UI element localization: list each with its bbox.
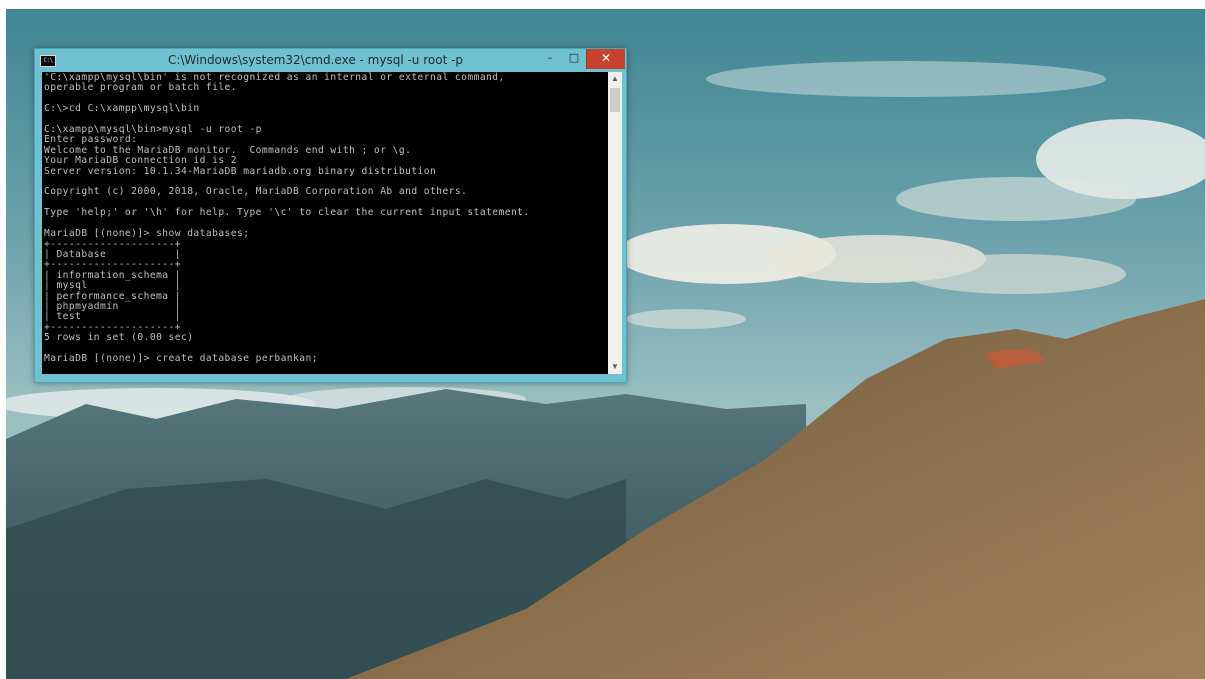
console-line: 5 rows in set (0.00 sec) xyxy=(44,332,194,344)
cmd-window[interactable]: C:\ C:\Windows\system32\cmd.exe - mysql … xyxy=(34,48,627,383)
close-button[interactable]: ✕ xyxy=(586,49,625,69)
console-line: Type 'help;' or '\h' for help. Type '\c'… xyxy=(44,207,530,219)
console-line: Enter password: xyxy=(44,134,138,146)
console-line: | phpmyadmin | xyxy=(44,300,181,312)
console-line: | mysql | xyxy=(44,280,181,292)
console-line: Welcome to the MariaDB monitor. Commands… xyxy=(44,144,412,156)
console-line: | Database | xyxy=(44,248,181,260)
console-line: | information_schema | xyxy=(44,269,181,281)
console-line: Your MariaDB connection id is 2 xyxy=(44,155,238,167)
window-titlebar[interactable]: C:\ C:\Windows\system32\cmd.exe - mysql … xyxy=(35,49,626,72)
console-line: +--------------------+ xyxy=(44,321,181,333)
console-line: operable program or batch file. xyxy=(44,82,238,94)
console-line: MariaDB [(none)]> show databases; xyxy=(44,228,250,240)
vertical-scrollbar[interactable]: ▲ ▼ xyxy=(608,72,622,374)
maximize-button[interactable]: □ xyxy=(562,49,586,69)
scroll-down-arrow[interactable]: ▼ xyxy=(608,360,622,374)
console-line: Server version: 10.1.34-MariaDB mariadb.… xyxy=(44,165,437,177)
console-line: C:\xampp\mysql\bin>mysql -u root -p xyxy=(44,124,262,136)
scroll-up-arrow[interactable]: ▲ xyxy=(608,72,622,86)
console-line: Copyright (c) 2000, 2018, Oracle, MariaD… xyxy=(44,186,468,198)
console-line: | test | xyxy=(44,311,181,323)
console-line: | performance_schema | xyxy=(44,290,181,302)
minimize-button[interactable]: – xyxy=(538,49,562,69)
console-line: 'C:\xampp\mysql\bin' is not recognized a… xyxy=(44,72,505,83)
console-text: 'C:\xampp\mysql\bin' is not recognized a… xyxy=(42,72,608,364)
scroll-thumb[interactable] xyxy=(610,88,620,112)
console-output[interactable]: 'C:\xampp\mysql\bin' is not recognized a… xyxy=(42,72,608,374)
console-line: MariaDB [(none)]> create database perban… xyxy=(44,352,318,364)
console-line: +--------------------+ xyxy=(44,238,181,250)
desktop-wallpaper: C:\ C:\Windows\system32\cmd.exe - mysql … xyxy=(6,9,1205,679)
console-line: C:\>cd C:\xampp\mysql\bin xyxy=(44,103,200,115)
console-line: +--------------------+ xyxy=(44,259,181,271)
